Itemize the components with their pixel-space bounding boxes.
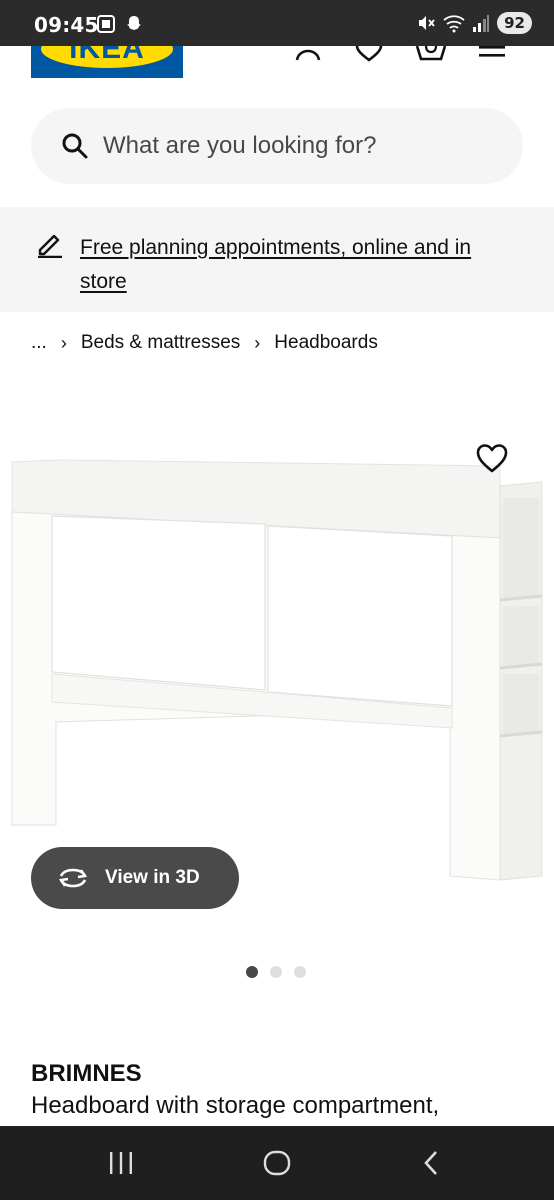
rotate-3d-icon xyxy=(58,868,88,888)
favourites-icon[interactable] xyxy=(355,46,383,62)
signal-icon xyxy=(473,15,490,32)
battery-indicator: 92 xyxy=(497,12,532,34)
product-description: Headboard with storage compartment, xyxy=(31,1092,440,1119)
search-bar[interactable] xyxy=(31,108,523,184)
breadcrumb-item-headboards[interactable]: Headboards xyxy=(274,332,378,354)
account-icon[interactable] xyxy=(295,46,321,62)
status-bar: 09:45 92 xyxy=(0,0,554,46)
system-nav-bar xyxy=(0,1126,554,1200)
carousel-dot[interactable] xyxy=(294,966,306,978)
recent-apps-icon[interactable] xyxy=(108,1148,134,1178)
logo-text: IKEA xyxy=(69,46,145,65)
carousel-indicator xyxy=(246,966,306,978)
menu-icon[interactable] xyxy=(479,46,505,62)
shopping-bag-icon[interactable] xyxy=(415,46,447,62)
planning-appointments-link[interactable]: Free planning appointments, online and i… xyxy=(80,231,520,299)
view-in-3d-button[interactable]: View in 3D xyxy=(31,847,239,909)
view-in-3d-label: View in 3D xyxy=(105,867,200,888)
chevron-right-icon: › xyxy=(254,332,261,353)
screenshot-icon xyxy=(97,15,115,33)
breadcrumb-item-beds-mattresses[interactable]: Beds & mattresses xyxy=(81,332,240,354)
status-time: 09:45 xyxy=(34,13,99,37)
carousel-dot[interactable] xyxy=(270,966,282,978)
pencil-icon xyxy=(38,234,62,258)
back-icon[interactable] xyxy=(420,1148,442,1178)
wifi-icon xyxy=(443,15,465,33)
carousel-dot[interactable] xyxy=(246,966,258,978)
add-to-favourites-heart-icon[interactable] xyxy=(474,440,510,476)
breadcrumb-ellipsis[interactable]: ... xyxy=(31,332,47,354)
breadcrumb: ... › Beds & mattresses › Headboards xyxy=(31,332,378,354)
chevron-right-icon: › xyxy=(60,332,67,353)
mute-icon xyxy=(419,16,435,30)
snapchat-icon xyxy=(127,16,141,30)
product-name: BRIMNES xyxy=(31,1060,142,1087)
search-input[interactable] xyxy=(103,130,503,162)
home-icon[interactable] xyxy=(262,1148,292,1178)
promo-banner: Free planning appointments, online and i… xyxy=(0,207,554,312)
search-icon xyxy=(62,133,88,159)
site-header: IKEA xyxy=(0,46,554,86)
product-image[interactable] xyxy=(0,440,554,890)
ikea-logo[interactable]: IKEA xyxy=(31,46,183,78)
